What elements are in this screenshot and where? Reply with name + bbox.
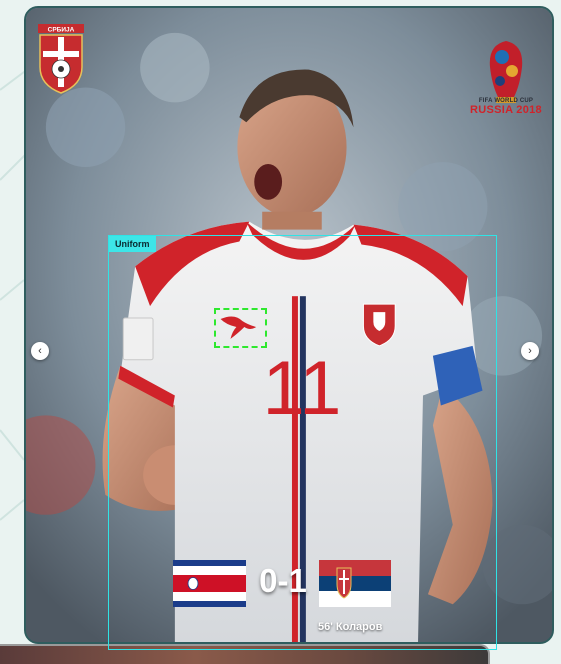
jersey-number-text: 11 bbox=[263, 346, 342, 422]
uniform-label: Uniform bbox=[109, 236, 156, 252]
serbia-flag-icon bbox=[319, 560, 391, 607]
match-score: 0-1 bbox=[259, 562, 307, 599]
crest-country-text: СРБИЈА bbox=[48, 27, 75, 34]
logo-bounding-box bbox=[214, 308, 267, 348]
jersey-number: 11 bbox=[263, 346, 342, 422]
carousel-prev-button[interactable]: ‹ bbox=[31, 342, 49, 360]
world-cup-text-line2: RUSSIA 2018 bbox=[470, 104, 542, 116]
carousel-next-button[interactable]: › bbox=[521, 342, 539, 360]
chevron-right-icon: › bbox=[528, 345, 532, 357]
world-cup-logo: FIFA WORLD CUP RUSSIA 2018 bbox=[462, 26, 550, 118]
chevron-left-icon: ‹ bbox=[38, 345, 42, 357]
serbia-crest-icon: СРБИЈА bbox=[38, 24, 84, 94]
goal-scorer: 56' Коларов bbox=[318, 621, 383, 633]
costa-rica-flag-icon bbox=[173, 560, 246, 607]
